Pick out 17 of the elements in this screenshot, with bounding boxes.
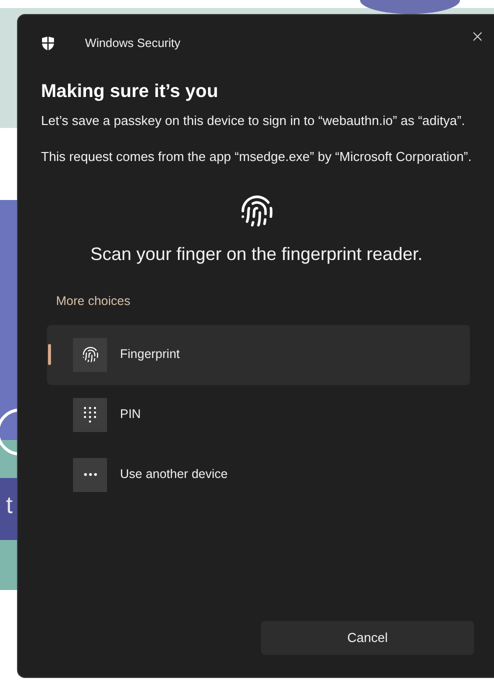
body-text: Let’s save a passkey on this device to sign in to “webauthn.io” as “aditya”. [41,112,466,130]
dialog-title: Making sure it’s you [40,79,220,103]
more-choices-label: More choices [55,293,132,310]
choice-item[interactable]: PIN [47,384,470,445]
app-name: Windows Security [85,35,180,52]
choice-item[interactable]: Fingerprint [47,324,470,385]
cancel-button[interactable]: Cancel [261,621,474,655]
fingerprint-icon [240,194,274,228]
prompt-text: Scan your finger on the fingerprint reader. [90,243,423,266]
shield-icon [41,36,55,50]
ellipsis-icon [84,473,96,476]
fingerprint-icon [82,346,98,364]
background-text: t [6,494,13,518]
choice-item[interactable]: Use another device [47,444,470,505]
body-text: This request comes from the app “msedge.exe” by “Microsoft Corporation”. [41,148,473,166]
selection-indicator [48,344,51,365]
keypad-icon [82,406,98,424]
